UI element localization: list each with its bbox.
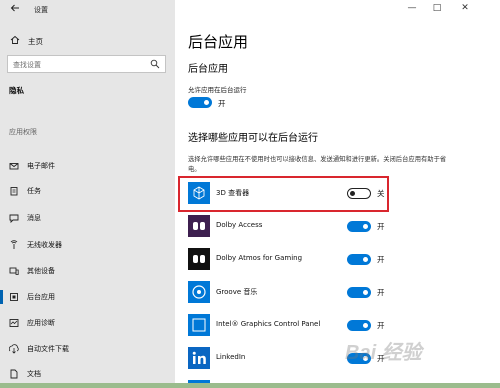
search-input[interactable]: 查找设置 xyxy=(7,55,166,73)
watermark: Bai 经验 xyxy=(345,342,422,364)
back-arrow-icon xyxy=(10,4,19,12)
app-row-dolby-access: Dolby Access 开 xyxy=(188,215,488,239)
app-name: Intel® Graphics Control Panel xyxy=(216,320,321,328)
section-heading: 选择哪些应用可以在后台运行 xyxy=(188,133,318,144)
app-name: Dolby Access xyxy=(216,221,263,229)
sidebar: 设置 主页 查找设置 隐私 应用权限 电子邮件 任务 消息 无线收发器 其他设备… xyxy=(0,0,175,388)
sidebar-item-home[interactable]: 主页 xyxy=(0,33,175,49)
window-title: 设置 xyxy=(34,6,48,14)
app-toggle[interactable] xyxy=(347,287,371,298)
sidebar-item-label: 无线收发器 xyxy=(27,241,62,249)
linkedin-icon xyxy=(188,347,210,369)
sidebar-item-label: 应用诊断 xyxy=(27,319,55,327)
app-name: Groove 音乐 xyxy=(216,288,258,296)
sidebar-item-label: 其他设备 xyxy=(27,267,55,275)
app-toggle[interactable] xyxy=(347,320,371,331)
app-name: Dolby Atmos for Gaming xyxy=(216,254,303,262)
dolby-atmos-icon xyxy=(188,248,210,270)
search-icon xyxy=(150,59,160,69)
sidebar-item-label: 电子邮件 xyxy=(27,162,55,170)
sidebar-item-label: 主页 xyxy=(28,37,43,46)
maximize-button[interactable]: □ xyxy=(429,3,445,13)
close-button[interactable]: ✕ xyxy=(457,3,473,13)
groove-music-icon xyxy=(188,281,210,303)
page-title: 后台应用 xyxy=(188,33,249,51)
document-icon xyxy=(10,369,18,379)
sidebar-item-app-diagnostics[interactable]: 应用诊断 xyxy=(0,313,175,333)
sidebar-item-auto-download[interactable]: 自动文件下载 xyxy=(0,339,175,359)
task-icon xyxy=(10,187,18,196)
taskbar-strip xyxy=(0,383,500,388)
app-row-dolby-atmos: Dolby Atmos for Gaming 开 xyxy=(188,248,488,272)
mail-icon xyxy=(9,163,19,170)
sidebar-item-label: 文档 xyxy=(27,370,41,378)
annotation-highlight-box xyxy=(178,176,389,212)
app-name: LinkedIn xyxy=(216,353,246,361)
sidebar-item-background-apps[interactable]: 后台应用 xyxy=(0,287,175,307)
radio-icon xyxy=(10,240,18,249)
section-heading: 后台应用 xyxy=(188,64,228,75)
app-row-groove-music: Groove 音乐 开 xyxy=(188,281,488,305)
toggle-state: 开 xyxy=(377,288,385,297)
sidebar-item-tasks[interactable]: 任务 xyxy=(0,181,175,201)
section-label: 应用权限 xyxy=(9,128,37,136)
back-button[interactable] xyxy=(8,3,22,15)
message-icon xyxy=(9,214,19,223)
home-icon xyxy=(10,35,20,44)
sidebar-item-label: 自动文件下载 xyxy=(27,345,69,353)
allow-background-toggle[interactable] xyxy=(188,97,212,108)
download-icon xyxy=(9,344,19,354)
search-placeholder: 查找设置 xyxy=(13,61,41,69)
allow-background-label: 允许应用在后台运行 xyxy=(188,86,247,94)
devices-icon xyxy=(9,267,19,275)
sidebar-item-radios[interactable]: 无线收发器 xyxy=(0,235,175,255)
dolby-access-icon xyxy=(188,215,210,237)
toggle-state: 开 xyxy=(218,99,226,108)
minimize-button[interactable]: — xyxy=(404,3,420,13)
sidebar-item-messages[interactable]: 消息 xyxy=(0,208,175,228)
toggle-state: 开 xyxy=(377,255,385,264)
sidebar-item-other-devices[interactable]: 其他设备 xyxy=(0,261,175,281)
app-toggle[interactable] xyxy=(347,221,371,232)
intel-graphics-icon xyxy=(188,314,210,336)
app-row-intel-graphics: Intel® Graphics Control Panel 开 xyxy=(188,314,488,338)
sidebar-item-label: 后台应用 xyxy=(27,293,55,301)
category-heading: 隐私 xyxy=(9,86,24,95)
title-bar: 设置 xyxy=(0,0,175,18)
sidebar-item-email[interactable]: 电子邮件 xyxy=(0,156,175,176)
sidebar-item-label: 任务 xyxy=(27,187,41,195)
diagnostics-icon xyxy=(9,319,19,327)
toggle-state: 开 xyxy=(377,222,385,231)
description-text: 选择允许哪些应用在不使用时也可以接收信息、发送通知和进行更新。关闭后台应用有助于… xyxy=(188,156,447,173)
toggle-state: 开 xyxy=(377,321,385,330)
app-row-linkedin: LinkedIn 开 xyxy=(188,347,488,371)
sidebar-item-documents[interactable]: 文档 xyxy=(0,364,175,384)
app-toggle[interactable] xyxy=(347,254,371,265)
sidebar-item-label: 消息 xyxy=(27,214,41,222)
background-apps-icon xyxy=(10,293,18,301)
